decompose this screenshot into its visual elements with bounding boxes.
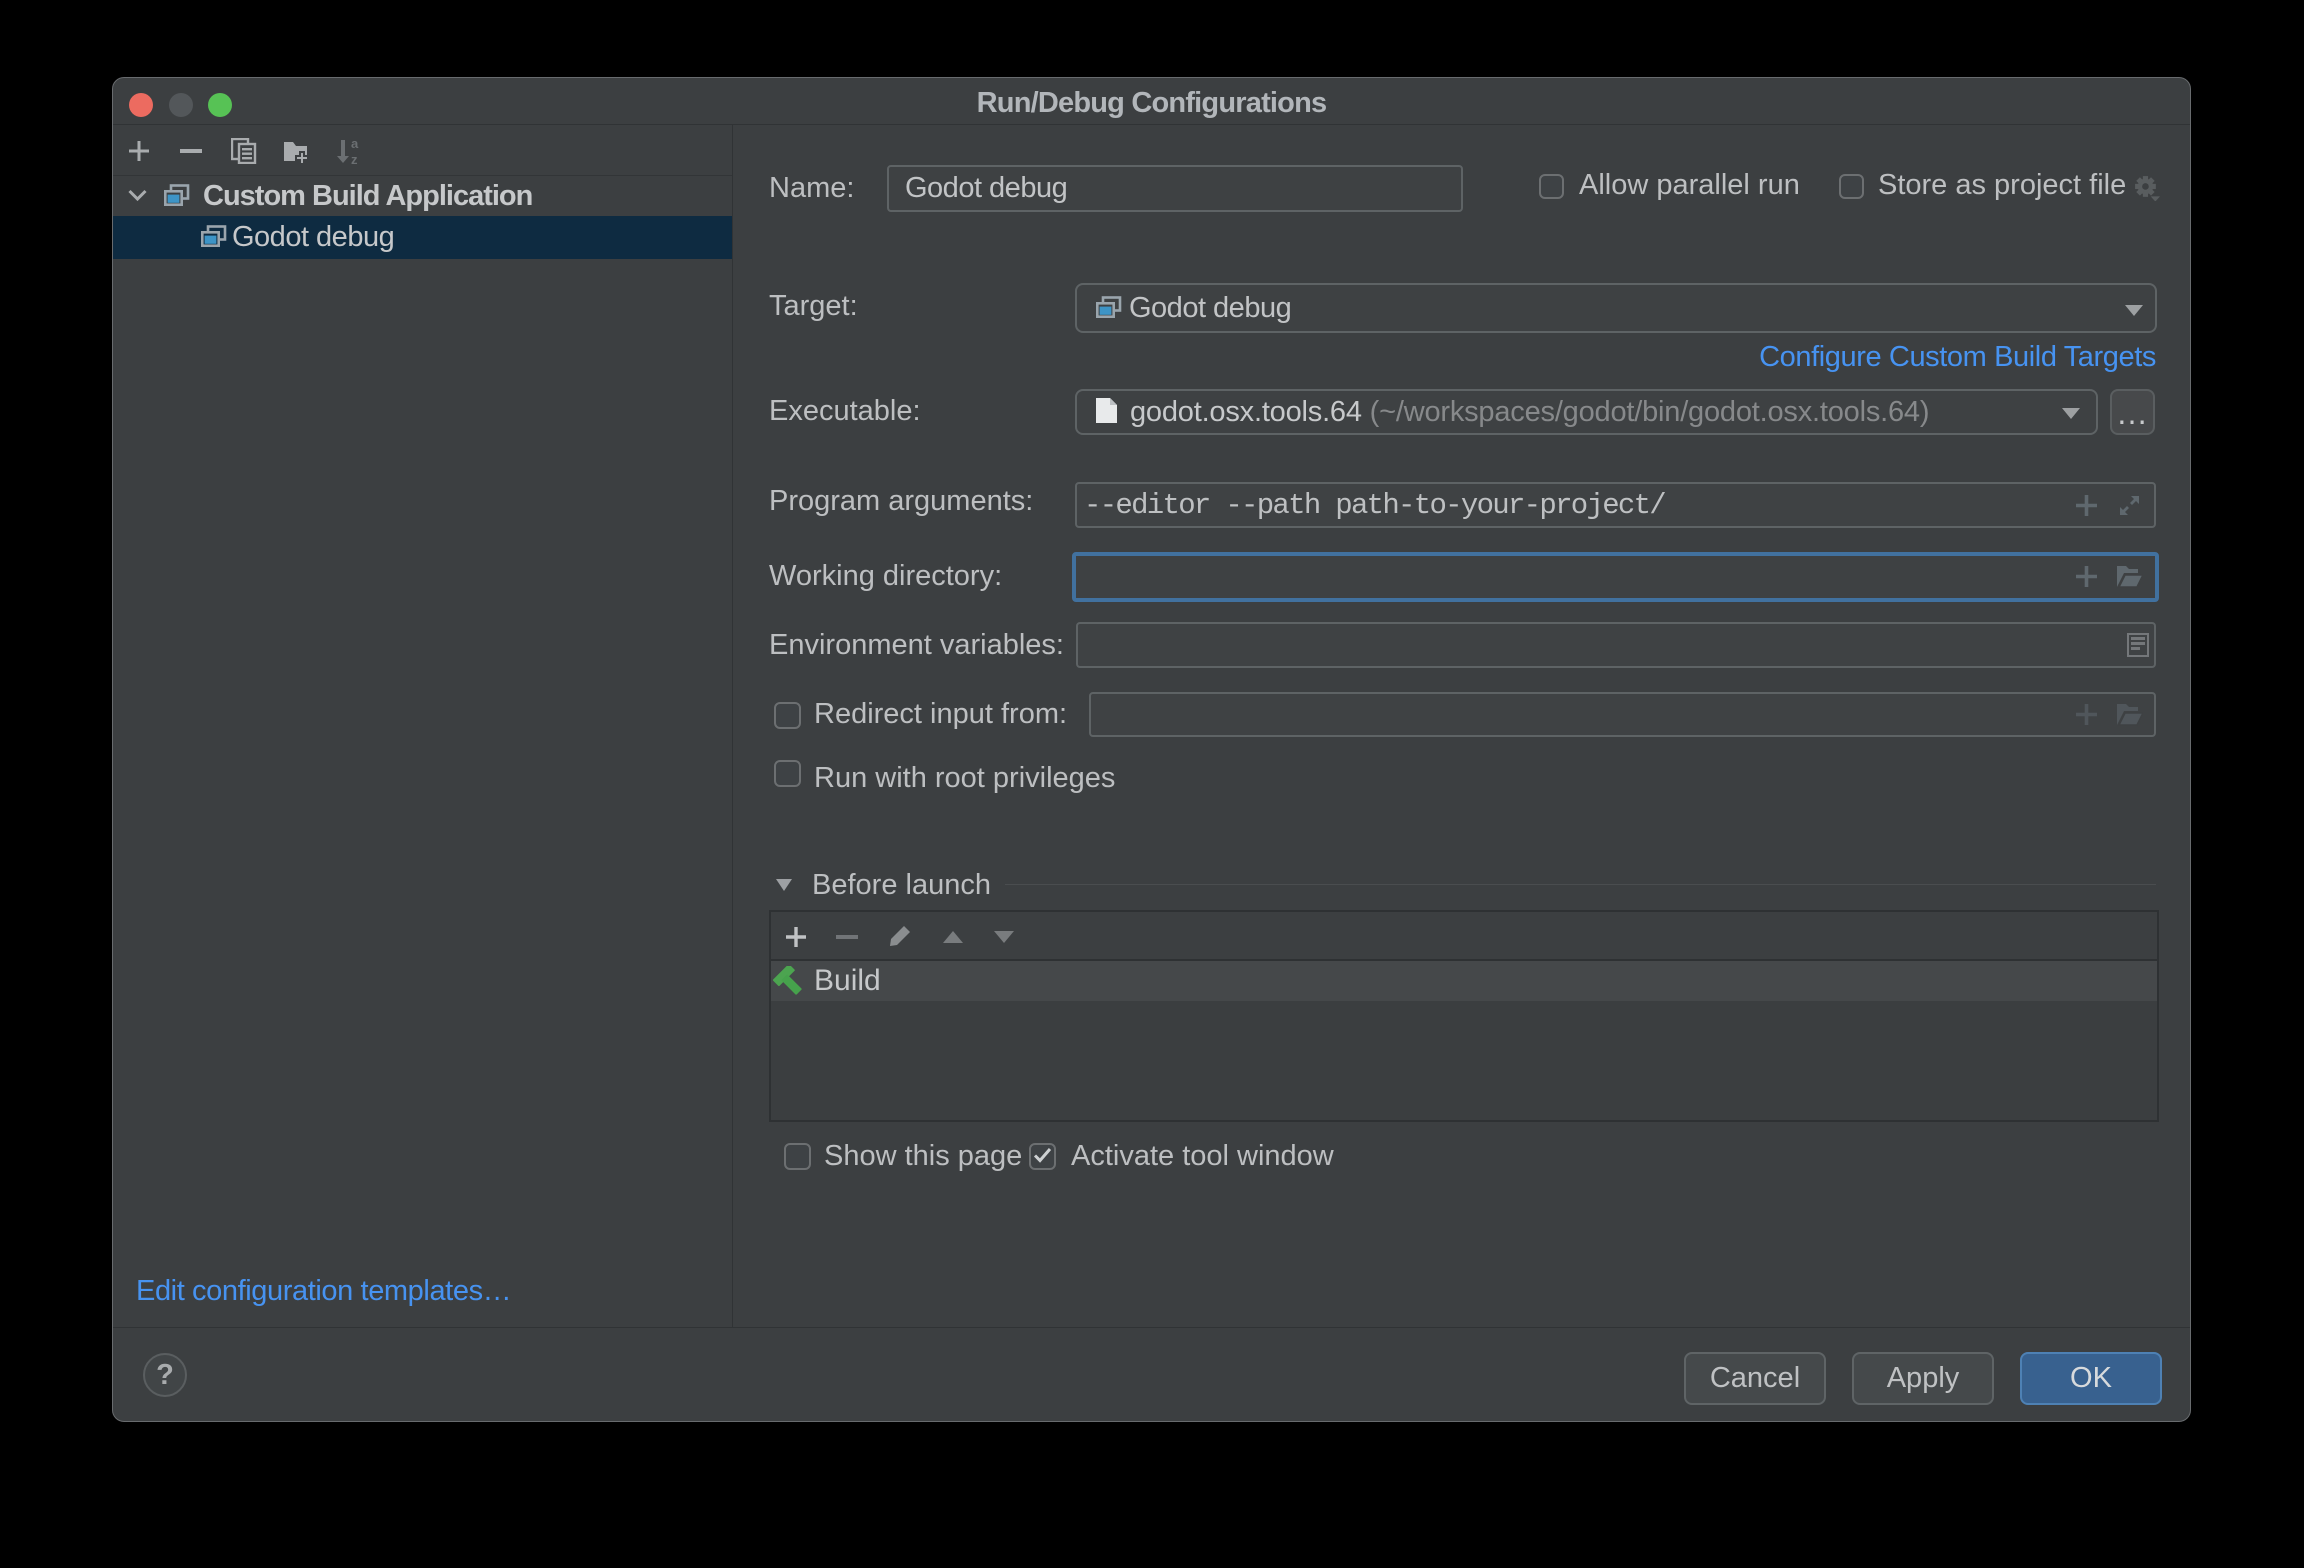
svg-text:a: a (351, 138, 359, 151)
svg-text:z: z (351, 152, 358, 165)
